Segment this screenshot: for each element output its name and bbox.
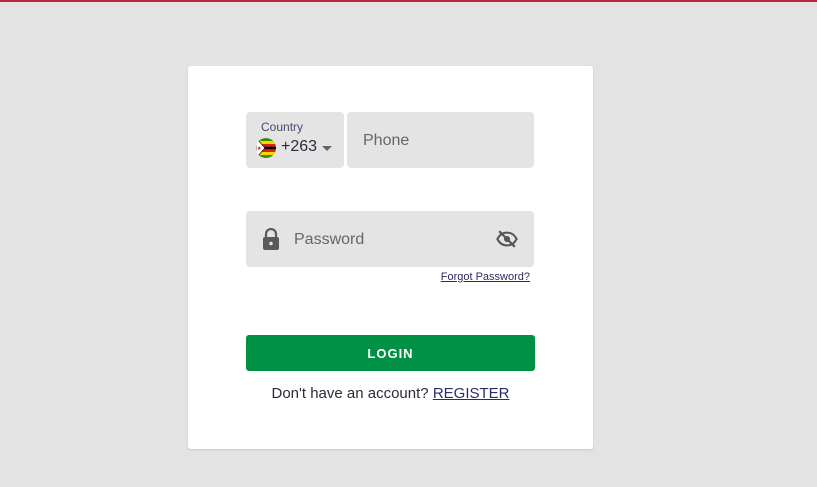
password-input[interactable]: [294, 229, 484, 251]
forgot-password-link[interactable]: Forgot Password?: [418, 271, 530, 283]
top-accent-line: [0, 0, 817, 2]
register-prompt-text: Don't have an account?: [271, 385, 429, 402]
lock-icon: [263, 228, 279, 250]
eye-off-icon[interactable]: [496, 228, 518, 250]
login-button[interactable]: LOGIN: [246, 335, 535, 371]
register-prompt: Don't have an account? REGISTER: [188, 385, 593, 402]
password-field[interactable]: [246, 211, 534, 267]
country-select[interactable]: Country +263: [246, 112, 344, 168]
register-link[interactable]: REGISTER: [433, 385, 510, 402]
zimbabwe-flag-icon: [256, 138, 276, 158]
country-label: Country: [261, 120, 304, 134]
country-code: +263: [281, 138, 318, 155]
caret-down-icon: [322, 146, 332, 151]
phone-input[interactable]: [363, 130, 523, 152]
phone-field[interactable]: [347, 112, 534, 168]
login-card: Country +263 Phone Forgot Password? LOGI…: [188, 66, 593, 449]
